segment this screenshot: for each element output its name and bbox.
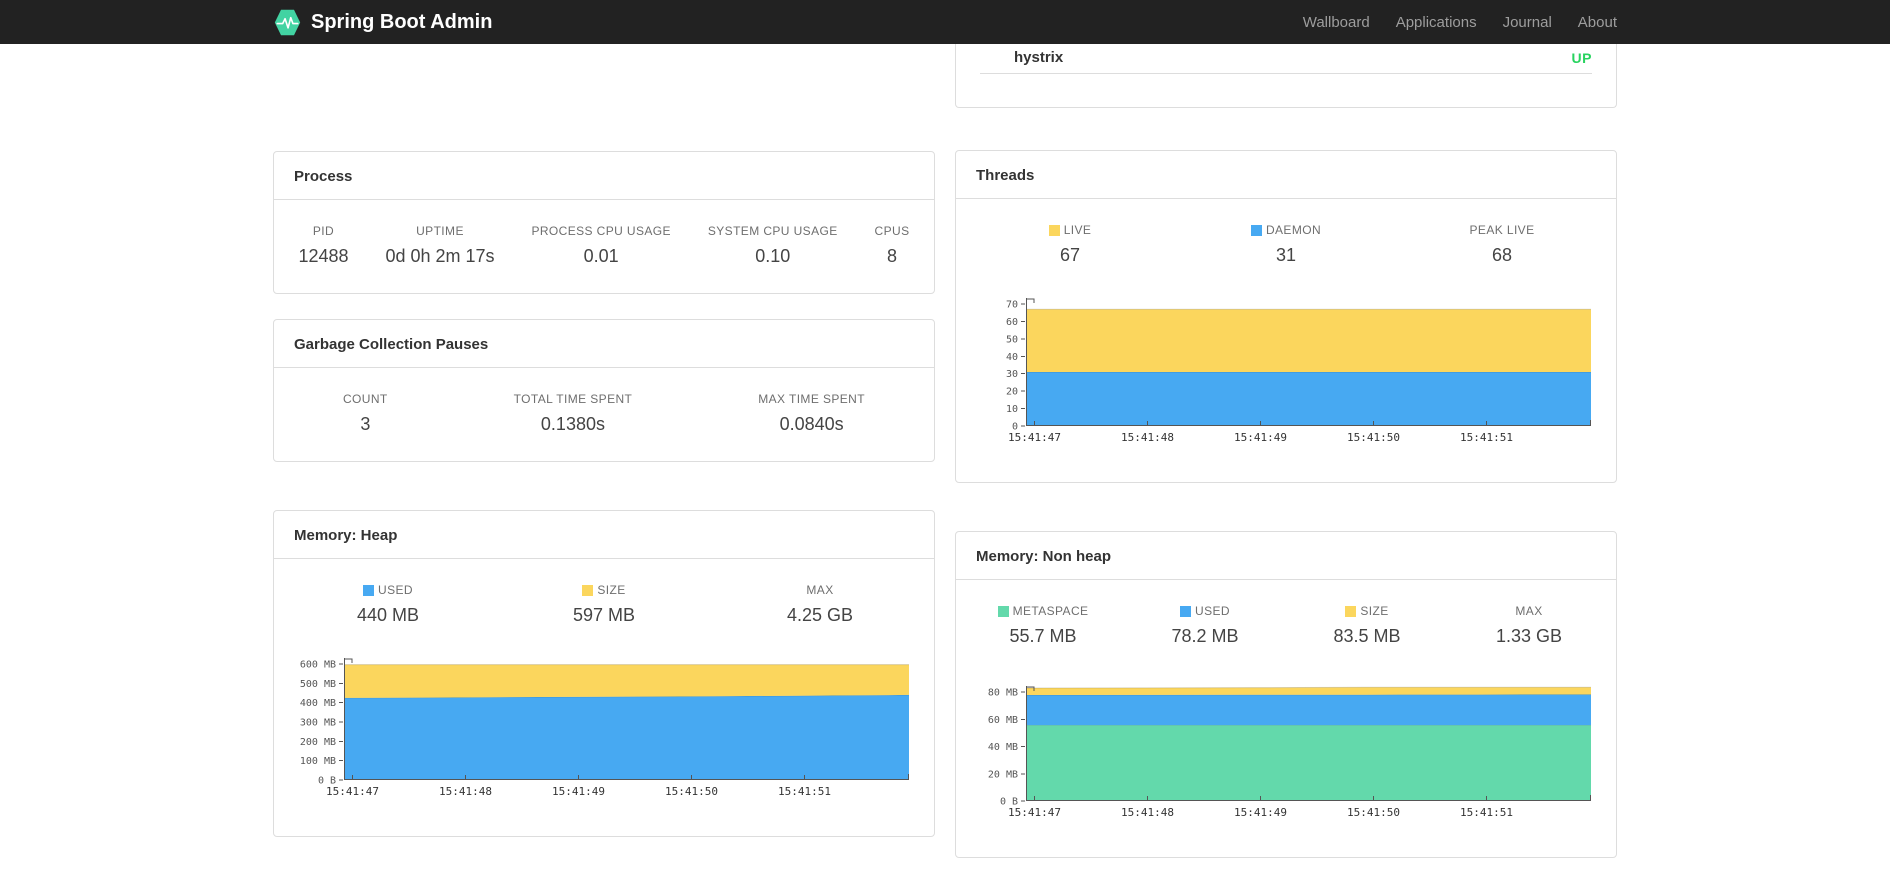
memory-heap-legend: USED 440 MB SIZE 597 MB MAX 4.25 GB	[274, 559, 934, 652]
brand[interactable]: Spring Boot Admin	[273, 9, 492, 36]
memory-nonheap-card-title: Memory: Non heap	[956, 532, 1616, 580]
legend-heap-size: SIZE 597 MB	[572, 583, 636, 625]
navbar: Spring Boot Admin Wallboard Applications…	[0, 0, 1890, 44]
memory-heap-card-title: Memory: Heap	[274, 511, 934, 559]
svg-text:60: 60	[1006, 317, 1018, 328]
metric-gc-total-time: TOTAL TIME SPENT 0.1380s	[513, 392, 633, 434]
left-column: Process PID 12488 UPTIME 0d 0h 2m 17s PR…	[273, 151, 935, 837]
svg-text:15:41:48: 15:41:48	[1121, 806, 1174, 819]
svg-text:15:41:50: 15:41:50	[665, 785, 718, 798]
svg-text:20 MB: 20 MB	[988, 769, 1018, 780]
process-metrics: PID 12488 UPTIME 0d 0h 2m 17s PROCESS CP…	[274, 200, 934, 293]
svg-text:60 MB: 60 MB	[988, 715, 1018, 726]
svg-text:15:41:51: 15:41:51	[1460, 431, 1513, 444]
nav-item-wallboard[interactable]: Wallboard	[1290, 14, 1383, 31]
svg-text:300 MB: 300 MB	[300, 718, 336, 729]
metric-cpus: CPUS 8	[874, 224, 910, 266]
memory-heap-card: Memory: Heap USED 440 MB SIZE 597 MB MAX…	[273, 510, 935, 837]
application-status-card: hystrix UP	[955, 44, 1617, 108]
application-name[interactable]: hystrix	[1014, 49, 1063, 66]
metric-gc-count: COUNT 3	[342, 392, 388, 434]
svg-text:15:41:51: 15:41:51	[778, 785, 831, 798]
threads-legend: LIVE 67 DAEMON 31 PEAK LIVE 68	[956, 199, 1616, 292]
svg-text:15:41:47: 15:41:47	[326, 785, 379, 798]
svg-text:30: 30	[1006, 369, 1018, 380]
legend-swatch-yellow	[582, 584, 594, 596]
legend-threads-live: LIVE 67	[962, 223, 1178, 266]
svg-text:15:41:49: 15:41:49	[1234, 806, 1287, 819]
svg-text:20: 20	[1006, 387, 1018, 398]
metric-process-cpu-usage: PROCESS CPU USAGE 0.01	[531, 224, 671, 266]
threads-chart: 0 10 20 30 40 50 60 70 15:41:47 15:41:48 15:41:49 1…	[976, 298, 1592, 452]
nav-item-journal[interactable]: Journal	[1490, 14, 1565, 31]
memory-nonheap-legend: METASPACE 55.7 MB USED 78.2 MB SIZE 83.5…	[956, 580, 1616, 673]
nav-item-applications[interactable]: Applications	[1383, 14, 1490, 31]
application-status-row[interactable]: hystrix UP	[980, 44, 1592, 74]
legend-swatch-yellow	[1048, 224, 1060, 236]
threads-card-title: Threads	[956, 151, 1616, 199]
memory-nonheap-chart: 0 B 20 MB 40 MB 60 MB 80 MB 15:41:47 15:41:48 1…	[976, 679, 1592, 827]
svg-text:15:41:50: 15:41:50	[1347, 806, 1400, 819]
legend-threads-daemon: DAEMON 31	[1178, 223, 1394, 266]
gc-card: Garbage Collection Pauses COUNT 3 TOTAL …	[273, 319, 935, 462]
content: Process PID 12488 UPTIME 0d 0h 2m 17s PR…	[273, 44, 1617, 858]
svg-text:50: 50	[1006, 334, 1018, 345]
svg-text:15:41:51: 15:41:51	[1460, 806, 1513, 819]
svg-text:500 MB: 500 MB	[300, 679, 336, 690]
svg-text:15:41:48: 15:41:48	[439, 785, 492, 798]
svg-text:600 MB: 600 MB	[300, 660, 336, 671]
svg-text:10: 10	[1006, 404, 1018, 415]
legend-swatch-blue	[363, 584, 375, 596]
status-card-spacer	[956, 74, 1616, 107]
metric-pid: PID 12488	[298, 224, 349, 266]
metric-uptime: UPTIME 0d 0h 2m 17s	[385, 224, 495, 266]
legend-swatch-blue	[1180, 605, 1192, 617]
right-column: hystrix UP Threads LIVE 67 DAEMON 31 PEA…	[955, 44, 1617, 858]
svg-text:400 MB: 400 MB	[300, 698, 336, 709]
svg-text:15:41:47: 15:41:47	[1008, 806, 1061, 819]
legend-nonheap-used: USED 78.2 MB	[1171, 604, 1239, 646]
process-card-title: Process	[274, 152, 934, 200]
svg-text:15:41:50: 15:41:50	[1347, 431, 1400, 444]
navbar-container: Spring Boot Admin Wallboard Applications…	[273, 0, 1617, 44]
legend-threads-peak-live: PEAK LIVE 68	[1469, 223, 1535, 265]
metric-gc-max-time: MAX TIME SPENT 0.0840s	[758, 392, 865, 434]
svg-text:40 MB: 40 MB	[988, 742, 1018, 753]
legend-nonheap-metaspace: METASPACE 55.7 MB	[962, 604, 1124, 647]
svg-text:15:41:48: 15:41:48	[1121, 431, 1174, 444]
memory-nonheap-card: Memory: Non heap METASPACE 55.7 MB USED …	[955, 531, 1617, 858]
legend-nonheap-max: MAX 1.33 GB	[1495, 604, 1563, 646]
svg-text:40: 40	[1006, 352, 1018, 363]
application-status-badge: UP	[1571, 49, 1592, 66]
svg-text:15:41:49: 15:41:49	[1234, 431, 1287, 444]
svg-text:100 MB: 100 MB	[300, 756, 336, 767]
memory-heap-chart: 0 B 100 MB 200 MB 300 MB 400 MB 500 MB 600 MB 1…	[294, 658, 910, 806]
gc-metrics: COUNT 3 TOTAL TIME SPENT 0.1380s MAX TIM…	[274, 368, 934, 461]
legend-swatch-blue	[1250, 224, 1262, 236]
metric-system-cpu-usage: SYSTEM CPU USAGE 0.10	[707, 224, 838, 266]
nav-menu: Wallboard Applications Journal About	[1290, 14, 1617, 31]
legend-heap-max: MAX 4.25 GB	[786, 583, 854, 625]
legend-heap-used: USED 440 MB	[356, 583, 420, 625]
svg-text:15:41:47: 15:41:47	[1008, 431, 1061, 444]
threads-card: Threads LIVE 67 DAEMON 31 PEAK LIVE 68 0…	[955, 150, 1617, 483]
svg-text:200 MB: 200 MB	[300, 737, 336, 748]
nav-item-about[interactable]: About	[1565, 14, 1617, 31]
svg-text:70: 70	[1006, 300, 1018, 311]
legend-swatch-green	[997, 605, 1009, 617]
svg-text:15:41:49: 15:41:49	[552, 785, 605, 798]
legend-nonheap-size: SIZE 83.5 MB	[1333, 604, 1401, 646]
brand-title: Spring Boot Admin	[311, 10, 493, 33]
svg-text:80 MB: 80 MB	[988, 688, 1018, 699]
process-card: Process PID 12488 UPTIME 0d 0h 2m 17s PR…	[273, 151, 935, 294]
gc-card-title: Garbage Collection Pauses	[274, 320, 934, 368]
pulse-hexagon-icon	[273, 9, 302, 36]
legend-swatch-yellow	[1345, 605, 1357, 617]
